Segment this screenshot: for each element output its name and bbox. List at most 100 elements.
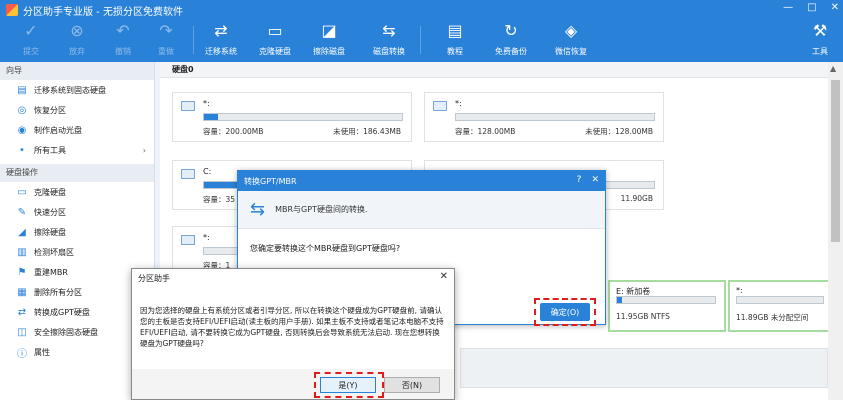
- sidebar-item-label: 迁移系统到固态硬盘: [34, 85, 106, 95]
- tutorial-icon: ▤: [447, 21, 463, 40]
- toolbar-separator: [193, 26, 194, 54]
- maximize-button[interactable]: □: [807, 2, 816, 13]
- disk-ops-section-title: 硬盘操作: [0, 164, 154, 182]
- partition-name: *:: [736, 286, 743, 295]
- submit-button[interactable]: ✓ 提交: [8, 20, 54, 57]
- migrate-icon: ▤: [17, 84, 27, 96]
- scroll-up-icon[interactable]: ▲: [830, 64, 836, 73]
- partition-info: 11.89GB 未分配空间: [736, 313, 809, 322]
- toolbar-separator: [420, 26, 421, 54]
- delete-icon: ▦: [17, 286, 27, 298]
- tools-button[interactable]: ⚒ 工具: [797, 20, 843, 57]
- partition-name: *:: [203, 99, 210, 108]
- partition-block-e[interactable]: E: 新加卷 11.95GB NTFS: [608, 280, 726, 332]
- confirm-dialog: 分区助手 ✕ 因为您选择的硬盘上有系统分区或者引导分区, 所以在转换这个硬盘成为…: [131, 268, 455, 400]
- rebuild-mbr-icon: ⚑: [17, 266, 27, 278]
- sidebar-item-label: 擦除硬盘: [34, 227, 66, 237]
- highlight-box: [534, 298, 596, 326]
- usage-bar: [203, 113, 403, 121]
- top-bar: 分区助手专业版 - 无损分区免费软件 — □ ✕ ✓ 提交 ⊗ 放弃 ↶ 撤销 …: [0, 0, 843, 62]
- chevron-right-icon: ›: [142, 145, 146, 155]
- sidebar-item-label: 属性: [34, 347, 50, 357]
- sidebar-item-migrate-ssd[interactable]: ▤ 迁移系统到固态硬盘: [0, 80, 154, 100]
- sidebar-item-all-tools[interactable]: • 所有工具 ›: [0, 140, 154, 160]
- dialog-title: 转换GPT/MBR: [244, 176, 297, 186]
- redo-icon: ↷: [159, 21, 173, 40]
- undo-button[interactable]: ↶ 撤销: [100, 20, 146, 57]
- drive-icon: [181, 235, 195, 245]
- toolbar: ✓ 提交 ⊗ 放弃 ↶ 撤销 ↷ 重做 ⇄ 迁移系统 ▭ 克隆硬盘 ◪ 擦除磁盘: [0, 20, 843, 60]
- properties-icon: ⓘ: [17, 348, 27, 360]
- dialog-description: MBR与GPT硬盘间的转换.: [275, 205, 368, 214]
- sidebar-item-label: 删除所有分区: [34, 287, 82, 297]
- partition-info: 11.95GB NTFS: [616, 312, 670, 321]
- partition-card[interactable]: *: 容量：200.00MB 未使用：186.43MB: [172, 92, 412, 142]
- quick-partition-icon: ✎: [17, 206, 27, 218]
- sidebar-item-quick-partition[interactable]: ✎ 快速分区: [0, 202, 154, 222]
- recover-icon: ◎: [17, 104, 27, 116]
- help-icon[interactable]: ?: [577, 175, 582, 185]
- clone-disk-icon: ▭: [17, 186, 27, 198]
- migrate-icon: ⇄: [214, 21, 228, 40]
- drive-icon: [181, 101, 195, 111]
- disc-icon: ◉: [17, 124, 27, 136]
- sidebar-item-label: 所有工具: [34, 145, 66, 155]
- close-window-button[interactable]: ✕: [831, 2, 839, 13]
- discard-button[interactable]: ⊗ 放弃: [54, 20, 100, 57]
- convert-icon: ⇄: [17, 306, 27, 318]
- clone-disk-button[interactable]: ▭ 克隆硬盘: [252, 20, 298, 57]
- drive-icon: [433, 101, 447, 111]
- sidebar-item-label: 快速分区: [34, 207, 66, 217]
- close-icon[interactable]: ✕: [591, 175, 599, 185]
- clone-disk-icon: ▭: [267, 21, 283, 40]
- highlight-box: [314, 372, 384, 398]
- minimize-button[interactable]: —: [783, 2, 793, 13]
- dialog-header: 分区助手 ✕: [132, 269, 454, 287]
- bullet-icon: •: [19, 144, 25, 156]
- disk-convert-icon: ⇆: [382, 21, 396, 40]
- migrate-system-button[interactable]: ⇄ 迁移系统: [198, 20, 244, 57]
- dialog-question: 您确定要转换这个MBR硬盘到GPT硬盘吗?: [250, 244, 401, 253]
- wipe-disk-button[interactable]: ◪ 擦除磁盘: [306, 20, 352, 57]
- tutorial-button[interactable]: ▤ 教程: [432, 20, 478, 57]
- dialog-title: 分区助手: [138, 273, 170, 283]
- sidebar-item-label: 检测坏扇区: [34, 247, 74, 257]
- redo-button[interactable]: ↷ 重做: [143, 20, 189, 57]
- partition-card[interactable]: *: 容量：128.00MB 未使用：128.00MB: [424, 92, 664, 142]
- capacity-text: 容量：35: [203, 195, 236, 204]
- app-title: 分区助手专业版 - 无损分区免费软件: [23, 6, 183, 18]
- convert-icon: ⇆: [250, 199, 266, 220]
- partition-name: *:: [203, 233, 210, 242]
- windows-drive-icon: [181, 169, 195, 179]
- undo-icon: ↶: [116, 21, 130, 40]
- sidebar-item-wipe-disk[interactable]: ◢ 擦除硬盘: [0, 222, 154, 242]
- capacity-text: 容量：128.00MB: [455, 127, 516, 136]
- wechat-recovery-icon: ◈: [564, 21, 578, 40]
- disk-convert-button[interactable]: ⇆ 磁盘转换: [366, 20, 412, 57]
- sidebar-item-clone-disk[interactable]: ▭ 克隆硬盘: [0, 182, 154, 202]
- usage-bar: [736, 296, 824, 304]
- wipe-disk-icon: ◪: [321, 21, 337, 40]
- sidebar-item-label: 转换成GPT硬盘: [34, 307, 90, 317]
- usage-bar: [616, 296, 716, 304]
- close-icon[interactable]: ✕: [440, 271, 448, 282]
- disk-map-strip: [460, 348, 828, 388]
- free-backup-button[interactable]: ↻ 免费备份: [488, 20, 534, 57]
- dialog-header: 转换GPT/MBR ? ✕: [238, 171, 605, 191]
- usage-bar: [455, 113, 655, 121]
- sidebar-item-label: 重建MBR: [34, 267, 68, 277]
- no-button[interactable]: 否(N): [384, 377, 440, 393]
- wechat-recovery-button[interactable]: ◈ 微信恢复: [548, 20, 594, 57]
- vertical-scrollbar[interactable]: ▲: [828, 62, 843, 400]
- capacity-text: 容量：200.00MB: [203, 127, 264, 136]
- sidebar-item-recover-partition[interactable]: ◎ 恢复分区: [0, 100, 154, 120]
- scrollbar-thumb[interactable]: [831, 80, 840, 242]
- check-icon: ✓: [24, 21, 38, 40]
- sidebar-item-make-bootable-cd[interactable]: ◉ 制作启动光盘: [0, 120, 154, 140]
- dialog-message: 因为您选择的硬盘上有系统分区或者引导分区, 所以在转换这个硬盘成为GPT硬盘前,…: [132, 287, 454, 369]
- sidebar-item-label: 安全擦除固态硬盘: [34, 327, 98, 337]
- sidebar-item-check-bad-sectors[interactable]: ▥ 检测坏扇区: [0, 242, 154, 262]
- free-space-text: 11.90GB: [620, 194, 653, 203]
- partition-name: *:: [455, 99, 462, 108]
- partition-block-unallocated[interactable]: *: 11.89GB 未分配空间: [728, 280, 832, 332]
